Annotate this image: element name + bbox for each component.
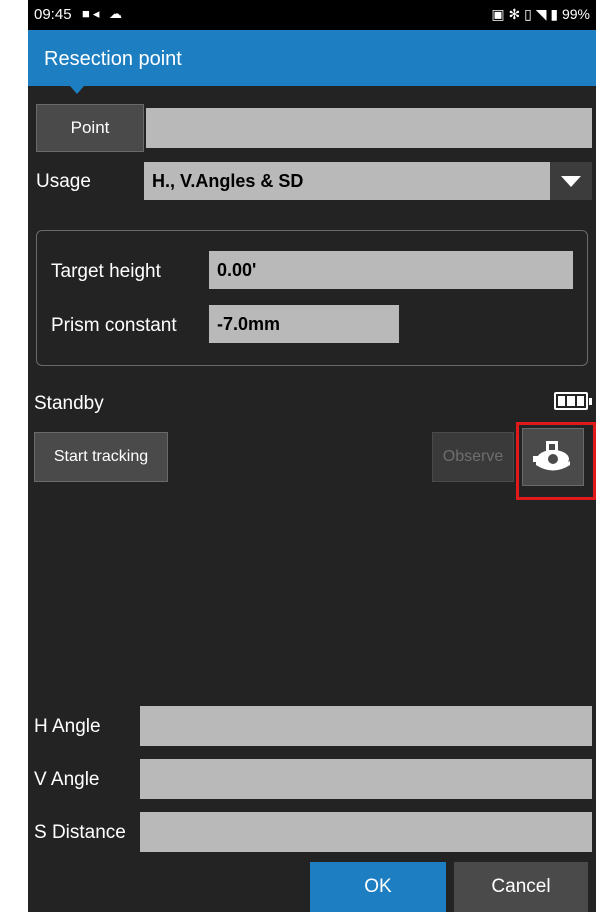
point-button[interactable]: Point [36, 104, 144, 152]
battery-status-icon: ▮ [550, 6, 559, 22]
usage-label: Usage [36, 171, 91, 192]
prism-constant-field[interactable]: -7.0mm [209, 305, 399, 343]
cancel-button[interactable]: Cancel [454, 862, 588, 912]
battery-percent: 99% [561, 6, 590, 22]
target-height-field[interactable]: 0.00' [209, 251, 573, 289]
prism-constant-label: Prism constant [51, 315, 177, 336]
app-bar-notch [70, 86, 84, 94]
target-height-label: Target height [51, 261, 161, 282]
h-angle-label: H Angle [34, 716, 101, 737]
status-bar: 09:45 ■◂ ☁ ▣ ✻ ▯ ◥ ▮ 99% [28, 0, 596, 30]
v-angle-label: V Angle [34, 769, 100, 790]
video-icon: ■◂ [82, 6, 103, 21]
start-tracking-button[interactable]: Start tracking [34, 432, 168, 482]
vibrate-icon: ▯ [524, 6, 532, 22]
cast-icon: ▣ [491, 6, 505, 22]
notification-icons: ■◂ ☁ [82, 6, 125, 22]
s-distance-label: S Distance [34, 822, 126, 843]
dropdown-arrow-icon[interactable] [550, 162, 592, 200]
observe-button[interactable]: Observe [432, 432, 514, 482]
wifi-icon: ◥ [535, 6, 547, 22]
usage-value: H., V.Angles & SD [152, 170, 304, 191]
bluetooth-icon: ✻ [508, 6, 521, 22]
status-time: 09:45 [34, 6, 72, 23]
system-icons: ▣ ✻ ▯ ◥ ▮ 99% [491, 6, 590, 23]
point-field[interactable] [146, 108, 592, 148]
app-bar: Resection point [28, 30, 596, 86]
v-angle-field[interactable] [140, 759, 592, 799]
target-settings-group: Target height 0.00' Prism constant -7.0m… [36, 230, 588, 366]
usage-dropdown[interactable]: H., V.Angles & SD [144, 162, 592, 200]
page-title: Resection point [44, 48, 182, 70]
highlight-box [516, 422, 596, 500]
cloud-icon: ☁ [109, 6, 126, 21]
device-screen: 09:45 ■◂ ☁ ▣ ✻ ▯ ◥ ▮ 99% Resection point… [28, 0, 596, 912]
s-distance-field[interactable] [140, 812, 592, 852]
ok-button[interactable]: OK [310, 862, 446, 912]
h-angle-field[interactable] [140, 706, 592, 746]
standby-label: Standby [34, 393, 104, 414]
instrument-battery-icon [554, 392, 592, 410]
